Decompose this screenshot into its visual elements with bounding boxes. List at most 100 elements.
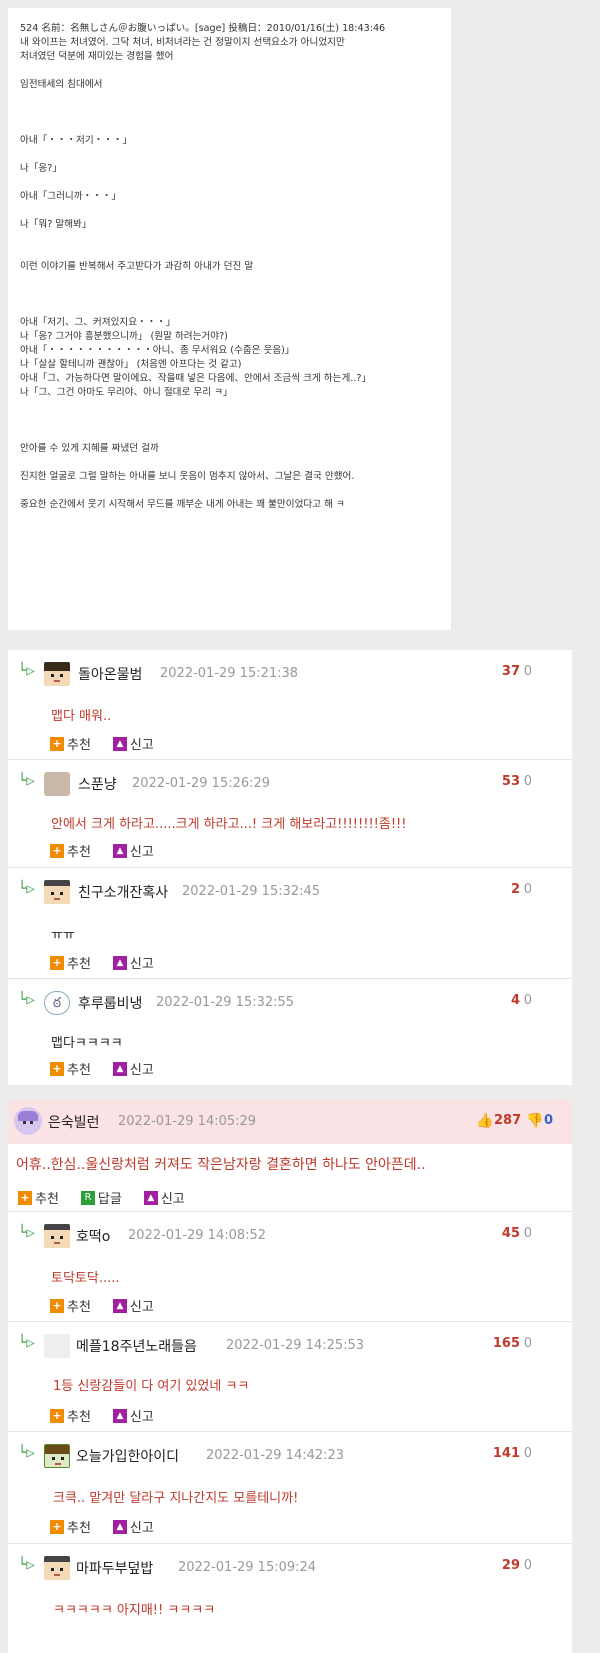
- thumbs-down-icon[interactable]: 👎: [526, 1113, 543, 1129]
- comment-text: 맵다 매워..: [51, 709, 112, 724]
- comment-actions: + 추천 ▲ 신고: [50, 1059, 154, 1078]
- comment-score: 29: [501, 1558, 520, 1573]
- report-icon[interactable]: ▲: [112, 1519, 127, 1534]
- report-button[interactable]: 신고: [130, 1517, 154, 1536]
- comment-actions: + 추천 ▲ 신고: [50, 1517, 154, 1536]
- comment-dislike-count: 0: [523, 1446, 532, 1461]
- report-icon[interactable]: ▲: [112, 1408, 127, 1423]
- comment-text: 맵다ㅋㅋㅋㅋ: [51, 1036, 123, 1051]
- recommend-icon[interactable]: +: [50, 1519, 64, 1534]
- post-line: [20, 484, 441, 498]
- post-line: [20, 246, 441, 260]
- comment-item: └▷ 오늘가입한아이디 2022-01-29 14:42:23 141 0 크큭…: [8, 1432, 572, 1544]
- report-button[interactable]: 신고: [161, 1188, 185, 1207]
- post-line: 아내「저기、그、커져있지요・・・」: [20, 317, 176, 328]
- best-comment: 은숙빌런 2022-01-29 14:05:29 👍 287 👎 0 어휴..한…: [8, 1100, 572, 1212]
- comment-date: 2022-01-29 15:21:38: [160, 666, 299, 681]
- report-icon[interactable]: ▲: [112, 1298, 127, 1313]
- recommend-icon[interactable]: +: [50, 1408, 64, 1423]
- post-line: [20, 106, 441, 120]
- report-icon[interactable]: ▲: [112, 736, 127, 751]
- report-icon[interactable]: ▲: [112, 955, 127, 970]
- recommend-icon[interactable]: +: [50, 1298, 64, 1313]
- comment-item: └▷ 돌아온물범 2022-01-29 15:21:38 37 0 맵다 매워.…: [8, 650, 572, 760]
- comment-nickname[interactable]: 친구소개잔혹사: [78, 882, 168, 902]
- report-button[interactable]: 신고: [130, 841, 154, 860]
- rabbit-avatar-icon: ఠ: [44, 991, 70, 1015]
- comment-nickname[interactable]: 후루룹비냉: [78, 993, 142, 1013]
- recommend-button[interactable]: 추천: [67, 1517, 91, 1536]
- post-line: [20, 204, 441, 218]
- avatar: [44, 1444, 70, 1468]
- reply-arrow-icon: └▷: [18, 773, 35, 789]
- comment-actions: + 추천 ▲ 신고: [50, 1406, 154, 1425]
- comment-nickname[interactable]: 마파두부덮밥: [76, 1558, 153, 1578]
- comment-dislike-count: 0: [523, 882, 532, 897]
- post-line: 아내「그、가능하다면 말이에요、작을때 넣은 다음에、안에서 조금씩 크게 하는…: [20, 373, 372, 384]
- recommend-icon[interactable]: +: [18, 1190, 32, 1205]
- post-line: [20, 274, 441, 288]
- comment-dislike-count: 0: [523, 993, 532, 1008]
- comment-item: └▷ 친구소개잔혹사 2022-01-29 15:32:45 2 0 ㅠㅠ + 추…: [8, 868, 572, 979]
- comment-text: 1등 신랑감들이 다 여기 있었네 ㅋㅋ: [53, 1379, 250, 1394]
- post-line: 나「그、그건 아마도 무리야、아니 절대로 무리 ㅋ」: [20, 387, 233, 398]
- post-line: [20, 232, 441, 246]
- reply-icon[interactable]: R: [80, 1190, 95, 1205]
- comment-item: └▷ 메플18주년노래들음 2022-01-29 14:25:53 165 0 …: [8, 1322, 572, 1432]
- post-line: [20, 92, 441, 106]
- recommend-button[interactable]: 추천: [67, 841, 91, 860]
- report-icon[interactable]: ▲: [112, 1061, 127, 1076]
- comment-actions: + 추천 ▲ 신고: [50, 734, 154, 753]
- report-button[interactable]: 신고: [130, 1059, 154, 1078]
- recommend-button[interactable]: 추천: [67, 1406, 91, 1425]
- thumbs-up-icon[interactable]: 👍: [476, 1113, 493, 1129]
- recommend-button[interactable]: 추천: [67, 953, 91, 972]
- post-line: 524 名前：名無しさん＠お腹いっぱい。[sage] 投稿日：2010/01/1…: [20, 23, 386, 34]
- reply-arrow-icon: └▷: [18, 1335, 35, 1351]
- comment-date: 2022-01-29 14:42:23: [206, 1448, 345, 1463]
- recommend-button[interactable]: 추천: [67, 734, 91, 753]
- post-line: [20, 400, 441, 414]
- recommend-icon[interactable]: +: [50, 955, 64, 970]
- report-button[interactable]: 신고: [130, 734, 154, 753]
- comment-nickname[interactable]: 스푼냥: [78, 774, 117, 794]
- comment-item: └▷ 마파두부덮밥 2022-01-29 15:09:24 29 0 ㅋㅋㅋㅋㅋ…: [8, 1544, 572, 1652]
- post-line: [20, 148, 441, 162]
- comment-score: 4: [510, 993, 520, 1008]
- comment-nickname[interactable]: 오늘가입한아이디: [76, 1446, 179, 1466]
- recommend-button[interactable]: 추천: [67, 1296, 91, 1315]
- comment-item: └▷ 스푼냥 2022-01-29 15:26:29 53 0 안에서 크게 하…: [8, 760, 572, 868]
- avatar: [44, 1334, 70, 1358]
- reply-arrow-icon: └▷: [18, 992, 35, 1008]
- comment-nickname[interactable]: 호떡o: [76, 1226, 110, 1246]
- comment-text: 어휴..한심..울신랑처럼 커져도 작은남자랑 결혼하면 하나도 안아픈데..: [16, 1157, 426, 1173]
- report-button[interactable]: 신고: [130, 1406, 154, 1425]
- reply-arrow-icon: └▷: [18, 663, 35, 679]
- comment-date: 2022-01-29 14:08:52: [128, 1228, 267, 1243]
- upvote-count: 287: [494, 1113, 522, 1128]
- comment-text: ㅋㅋㅋㅋㅋ 아지매!! ㅋㅋㅋㅋ: [53, 1603, 216, 1618]
- report-icon[interactable]: ▲: [143, 1190, 158, 1205]
- recommend-button[interactable]: 추천: [67, 1059, 91, 1078]
- comment-score: 37: [501, 664, 520, 679]
- comment-score: 165: [492, 1336, 520, 1351]
- avatar: [44, 1224, 70, 1248]
- comment-nickname[interactable]: 은숙빌런: [48, 1112, 100, 1132]
- comment-nickname[interactable]: 돌아온물범: [78, 664, 142, 684]
- recommend-icon[interactable]: +: [50, 843, 64, 858]
- reply-button[interactable]: 답글: [98, 1188, 122, 1207]
- recommend-icon[interactable]: +: [50, 1061, 64, 1076]
- post-line: 이런 이야기를 반복해서 주고받다가 과감히 아내가 던진 말: [20, 261, 254, 272]
- report-button[interactable]: 신고: [130, 1296, 154, 1315]
- post-line: 처녀였던 덕분에 재미있는 경험을 했어: [20, 51, 174, 62]
- comment-dislike-count: 0: [523, 1558, 532, 1573]
- post-line: 임전태세의 침대에서: [20, 79, 103, 90]
- report-icon[interactable]: ▲: [112, 843, 127, 858]
- post-line: 내 와이프는 처녀였어. 그닥 처녀, 비처녀라는 건 정말이지 선택요소가 아…: [20, 37, 345, 48]
- recommend-icon[interactable]: +: [50, 736, 64, 751]
- report-button[interactable]: 신고: [130, 953, 154, 972]
- recommend-button[interactable]: 추천: [35, 1188, 59, 1207]
- comment-nickname[interactable]: 메플18주년노래들음: [76, 1336, 197, 1356]
- reply-arrow-icon: └▷: [18, 1557, 35, 1573]
- comment-text: 안에서 크게 하라고.....크게 하라고...! 크게 해보라고!!!!!!!…: [51, 817, 407, 832]
